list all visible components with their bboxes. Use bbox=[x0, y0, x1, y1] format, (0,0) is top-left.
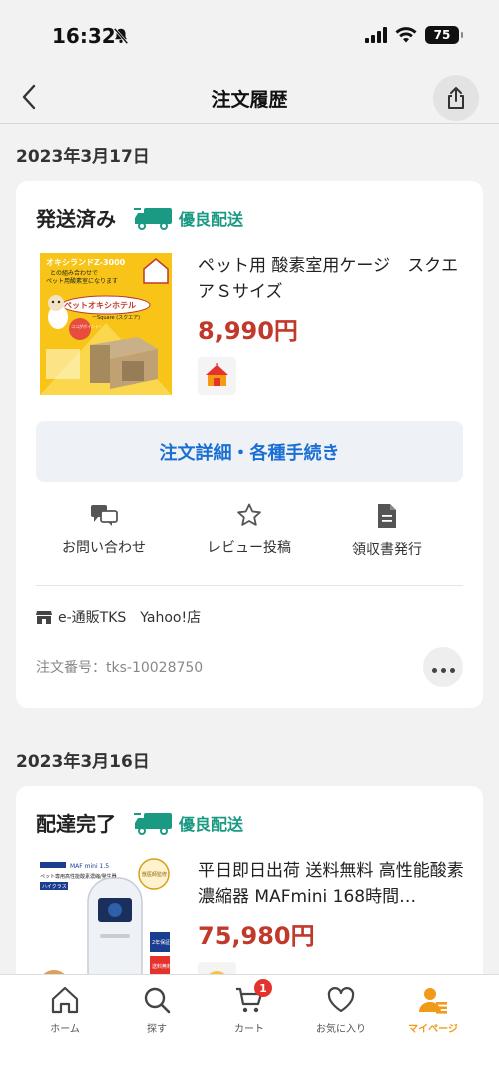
receipt-label: 領収書発行 bbox=[352, 542, 422, 558]
signal-icon bbox=[365, 27, 387, 43]
order-number: 注文番号：tks-10028750 bbox=[36, 660, 204, 676]
product-note1-text: との組み合わせで bbox=[50, 269, 98, 277]
tab-search-label: 探す bbox=[147, 1024, 167, 1035]
more-options-button[interactable] bbox=[423, 647, 463, 687]
truck-icon bbox=[134, 207, 172, 230]
order-status: 配達完了 bbox=[36, 812, 116, 836]
product-image[interactable]: オキシランドZ-3000 との組み合わせで ペット用酸素室になります ペットオキ… bbox=[40, 253, 172, 395]
tab-search[interactable]: 探す bbox=[112, 985, 202, 1036]
tab-cart-label: カート bbox=[234, 1024, 264, 1035]
contact-button[interactable]: お問い合わせ bbox=[34, 503, 174, 557]
order-card: 発送済み 優良配送 オキシランドZ-3000 との組み合わせで ペット用酸素室に… bbox=[16, 181, 483, 708]
divider bbox=[36, 585, 463, 586]
tab-mypage-label: マイページ bbox=[408, 1024, 458, 1035]
battery-indicator: 75 bbox=[425, 26, 463, 44]
tab-mypage[interactable]: マイページ bbox=[388, 985, 478, 1036]
search-icon bbox=[144, 987, 171, 1014]
premium-delivery-badge: 優良配送 bbox=[179, 209, 244, 229]
tab-bar: ホーム 探す 1 カート お気に入り マイページ bbox=[0, 974, 499, 1080]
product-name[interactable]: ペット用 酸素室用ケージ スクエアＳサイズ bbox=[198, 253, 468, 305]
product-name-text: ペットオキシホテル bbox=[64, 301, 136, 310]
tent-icon bbox=[206, 363, 228, 386]
tab-favorites-label: お気に入り bbox=[316, 1024, 366, 1035]
store-name: e-通販TKS Yahoo!店 bbox=[58, 610, 202, 626]
store-badge bbox=[198, 357, 236, 395]
truck-icon bbox=[134, 812, 172, 835]
product-brand-text: MAF mini 1.5 bbox=[70, 863, 109, 870]
tab-favorites[interactable]: お気に入り bbox=[296, 985, 386, 1036]
cart-count-badge: 1 bbox=[254, 979, 272, 997]
tab-home-label: ホーム bbox=[50, 1024, 80, 1035]
product-price: 75,980円 bbox=[198, 922, 315, 950]
tab-home[interactable]: ホーム bbox=[20, 985, 110, 1036]
product-price: 8,990円 bbox=[198, 317, 298, 345]
tab-cart[interactable]: 1 カート bbox=[204, 979, 294, 1036]
product-tag-text: ハイクラス bbox=[42, 884, 67, 890]
product-seal-text: 獣医師監修 bbox=[142, 871, 167, 878]
product-name[interactable]: 平日即日出荷 送料無料 高性能酸素濃縮器 MAFmini 168時間… bbox=[198, 858, 468, 910]
document-icon bbox=[378, 504, 396, 528]
order-status-row: 発送済み 優良配送 bbox=[36, 203, 243, 232]
product-note2-text: ペット用酸素室になります bbox=[46, 277, 118, 285]
home-icon bbox=[51, 986, 79, 1014]
person-icon bbox=[419, 988, 447, 1014]
store-icon bbox=[36, 611, 52, 624]
order-status-row: 配達完了 優良配送 bbox=[36, 808, 243, 837]
product-shipping-text: 送料無料 bbox=[152, 963, 172, 970]
wifi-icon bbox=[395, 27, 417, 43]
navigation-bar: 注文履歴 bbox=[0, 72, 499, 124]
status-indicators: 75 bbox=[365, 26, 463, 44]
order-date-header: 2023年3月17日 bbox=[16, 147, 150, 167]
review-label: レビュー投稿 bbox=[207, 540, 291, 556]
receipt-button[interactable]: 領収書発行 bbox=[317, 503, 457, 559]
order-status: 発送済み bbox=[36, 207, 116, 231]
product-sub-text: ーSquare (スクエア) bbox=[92, 315, 140, 321]
chat-icon bbox=[91, 505, 118, 526]
bell-muted-icon bbox=[113, 27, 129, 45]
order-date-header: 2023年3月16日 bbox=[16, 752, 150, 772]
status-bar: 16:32 75 bbox=[0, 0, 499, 72]
share-button[interactable] bbox=[433, 75, 479, 121]
order-detail-button[interactable]: 注文詳細・各種手続き bbox=[36, 421, 463, 482]
product-point-text: ココがポイント！ bbox=[71, 323, 103, 329]
status-time: 16:32 bbox=[52, 24, 116, 48]
product-model-text: オキシランドZ-3000 bbox=[46, 258, 126, 267]
product-image-art: オキシランドZ-3000 との組み合わせで ペット用酸素室になります ペットオキ… bbox=[40, 253, 172, 395]
product-warranty-text: 2年保証 bbox=[152, 939, 170, 946]
share-icon bbox=[448, 87, 464, 109]
star-icon bbox=[237, 503, 261, 526]
premium-delivery-badge: 優良配送 bbox=[179, 814, 244, 834]
heart-icon bbox=[327, 987, 355, 1013]
review-button[interactable]: レビュー投稿 bbox=[179, 503, 319, 557]
contact-label: お問い合わせ bbox=[62, 540, 146, 556]
store-link[interactable]: e-通販TKS Yahoo!店 bbox=[36, 607, 201, 627]
more-dots-icon bbox=[430, 658, 457, 677]
page-title: 注文履歴 bbox=[211, 89, 288, 111]
